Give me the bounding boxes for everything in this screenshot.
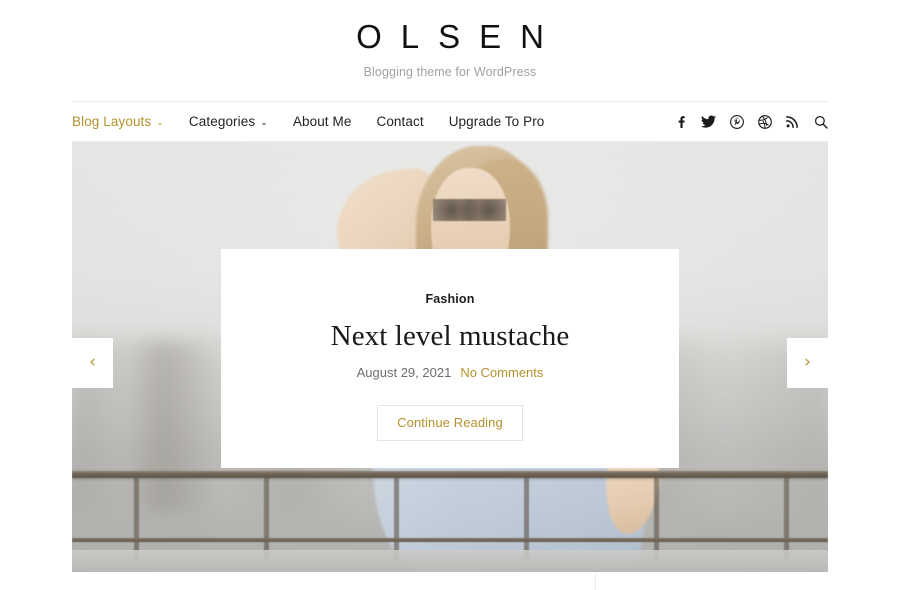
facebook-icon[interactable] xyxy=(673,114,688,129)
sunglasses-icon xyxy=(433,198,506,222)
nav-label: Blog Layouts xyxy=(72,113,152,129)
nav-label: About Me xyxy=(292,113,352,129)
slide-post-title[interactable]: Next level mustache xyxy=(331,319,570,353)
content-column-divider xyxy=(595,574,596,590)
search-icon[interactable] xyxy=(813,114,828,129)
nav-item-about-me[interactable]: About Me xyxy=(293,113,352,131)
slider-prev-button[interactable]: ‹ xyxy=(72,338,113,388)
rss-icon[interactable] xyxy=(785,114,800,129)
chevron-right-icon: › xyxy=(804,351,811,372)
site-header: OLSEN Blogging theme for WordPress xyxy=(0,0,900,80)
slide-post-date: August 29, 2021 xyxy=(356,365,452,380)
page-bottom-spacer xyxy=(0,574,900,590)
site-title[interactable]: OLSEN xyxy=(0,16,900,58)
railing-mid-bar xyxy=(72,537,828,542)
chevron-left-icon: ‹ xyxy=(89,351,96,372)
chevron-down-icon: ⌄ xyxy=(156,117,164,127)
slider-next-button[interactable]: › xyxy=(787,338,828,388)
nav-item-blog-layouts[interactable]: Blog Layouts ⌄ xyxy=(72,113,164,131)
site-tagline: Blogging theme for WordPress xyxy=(363,65,537,79)
main-navigation-bar: Blog Layouts ⌄ Categories ⌄ About Me Con… xyxy=(72,101,828,142)
twitter-icon[interactable] xyxy=(701,114,716,129)
nav-item-categories[interactable]: Categories ⌄ xyxy=(189,113,268,131)
slide-comments-link[interactable]: No Comments xyxy=(460,364,543,382)
chevron-down-icon: ⌄ xyxy=(260,117,268,127)
featured-post-slider: Fashion Next level mustache August 29, 2… xyxy=(72,142,828,572)
page-root: OLSEN Blogging theme for WordPress Blog … xyxy=(0,0,900,590)
continue-reading-button[interactable]: Continue Reading xyxy=(377,405,523,441)
nav-item-upgrade-to-pro[interactable]: Upgrade To Pro xyxy=(449,113,545,131)
dribbble-icon[interactable] xyxy=(757,114,772,129)
nav-label: Contact xyxy=(376,113,424,129)
railing-balusters xyxy=(72,477,828,560)
primary-menu: Blog Layouts ⌄ Categories ⌄ About Me Con… xyxy=(72,113,544,131)
slide-caption-card: Fashion Next level mustache August 29, 2… xyxy=(221,249,679,468)
nav-label: Upgrade To Pro xyxy=(448,113,545,129)
nav-item-contact[interactable]: Contact xyxy=(376,113,423,131)
social-menu xyxy=(673,114,828,129)
railing-base xyxy=(72,550,828,572)
pinterest-icon[interactable] xyxy=(729,114,744,129)
slide-meta: August 29, 2021 No Comments xyxy=(357,364,544,382)
slide-category-link[interactable]: Fashion xyxy=(426,291,475,308)
nav-label: Categories xyxy=(188,113,256,129)
